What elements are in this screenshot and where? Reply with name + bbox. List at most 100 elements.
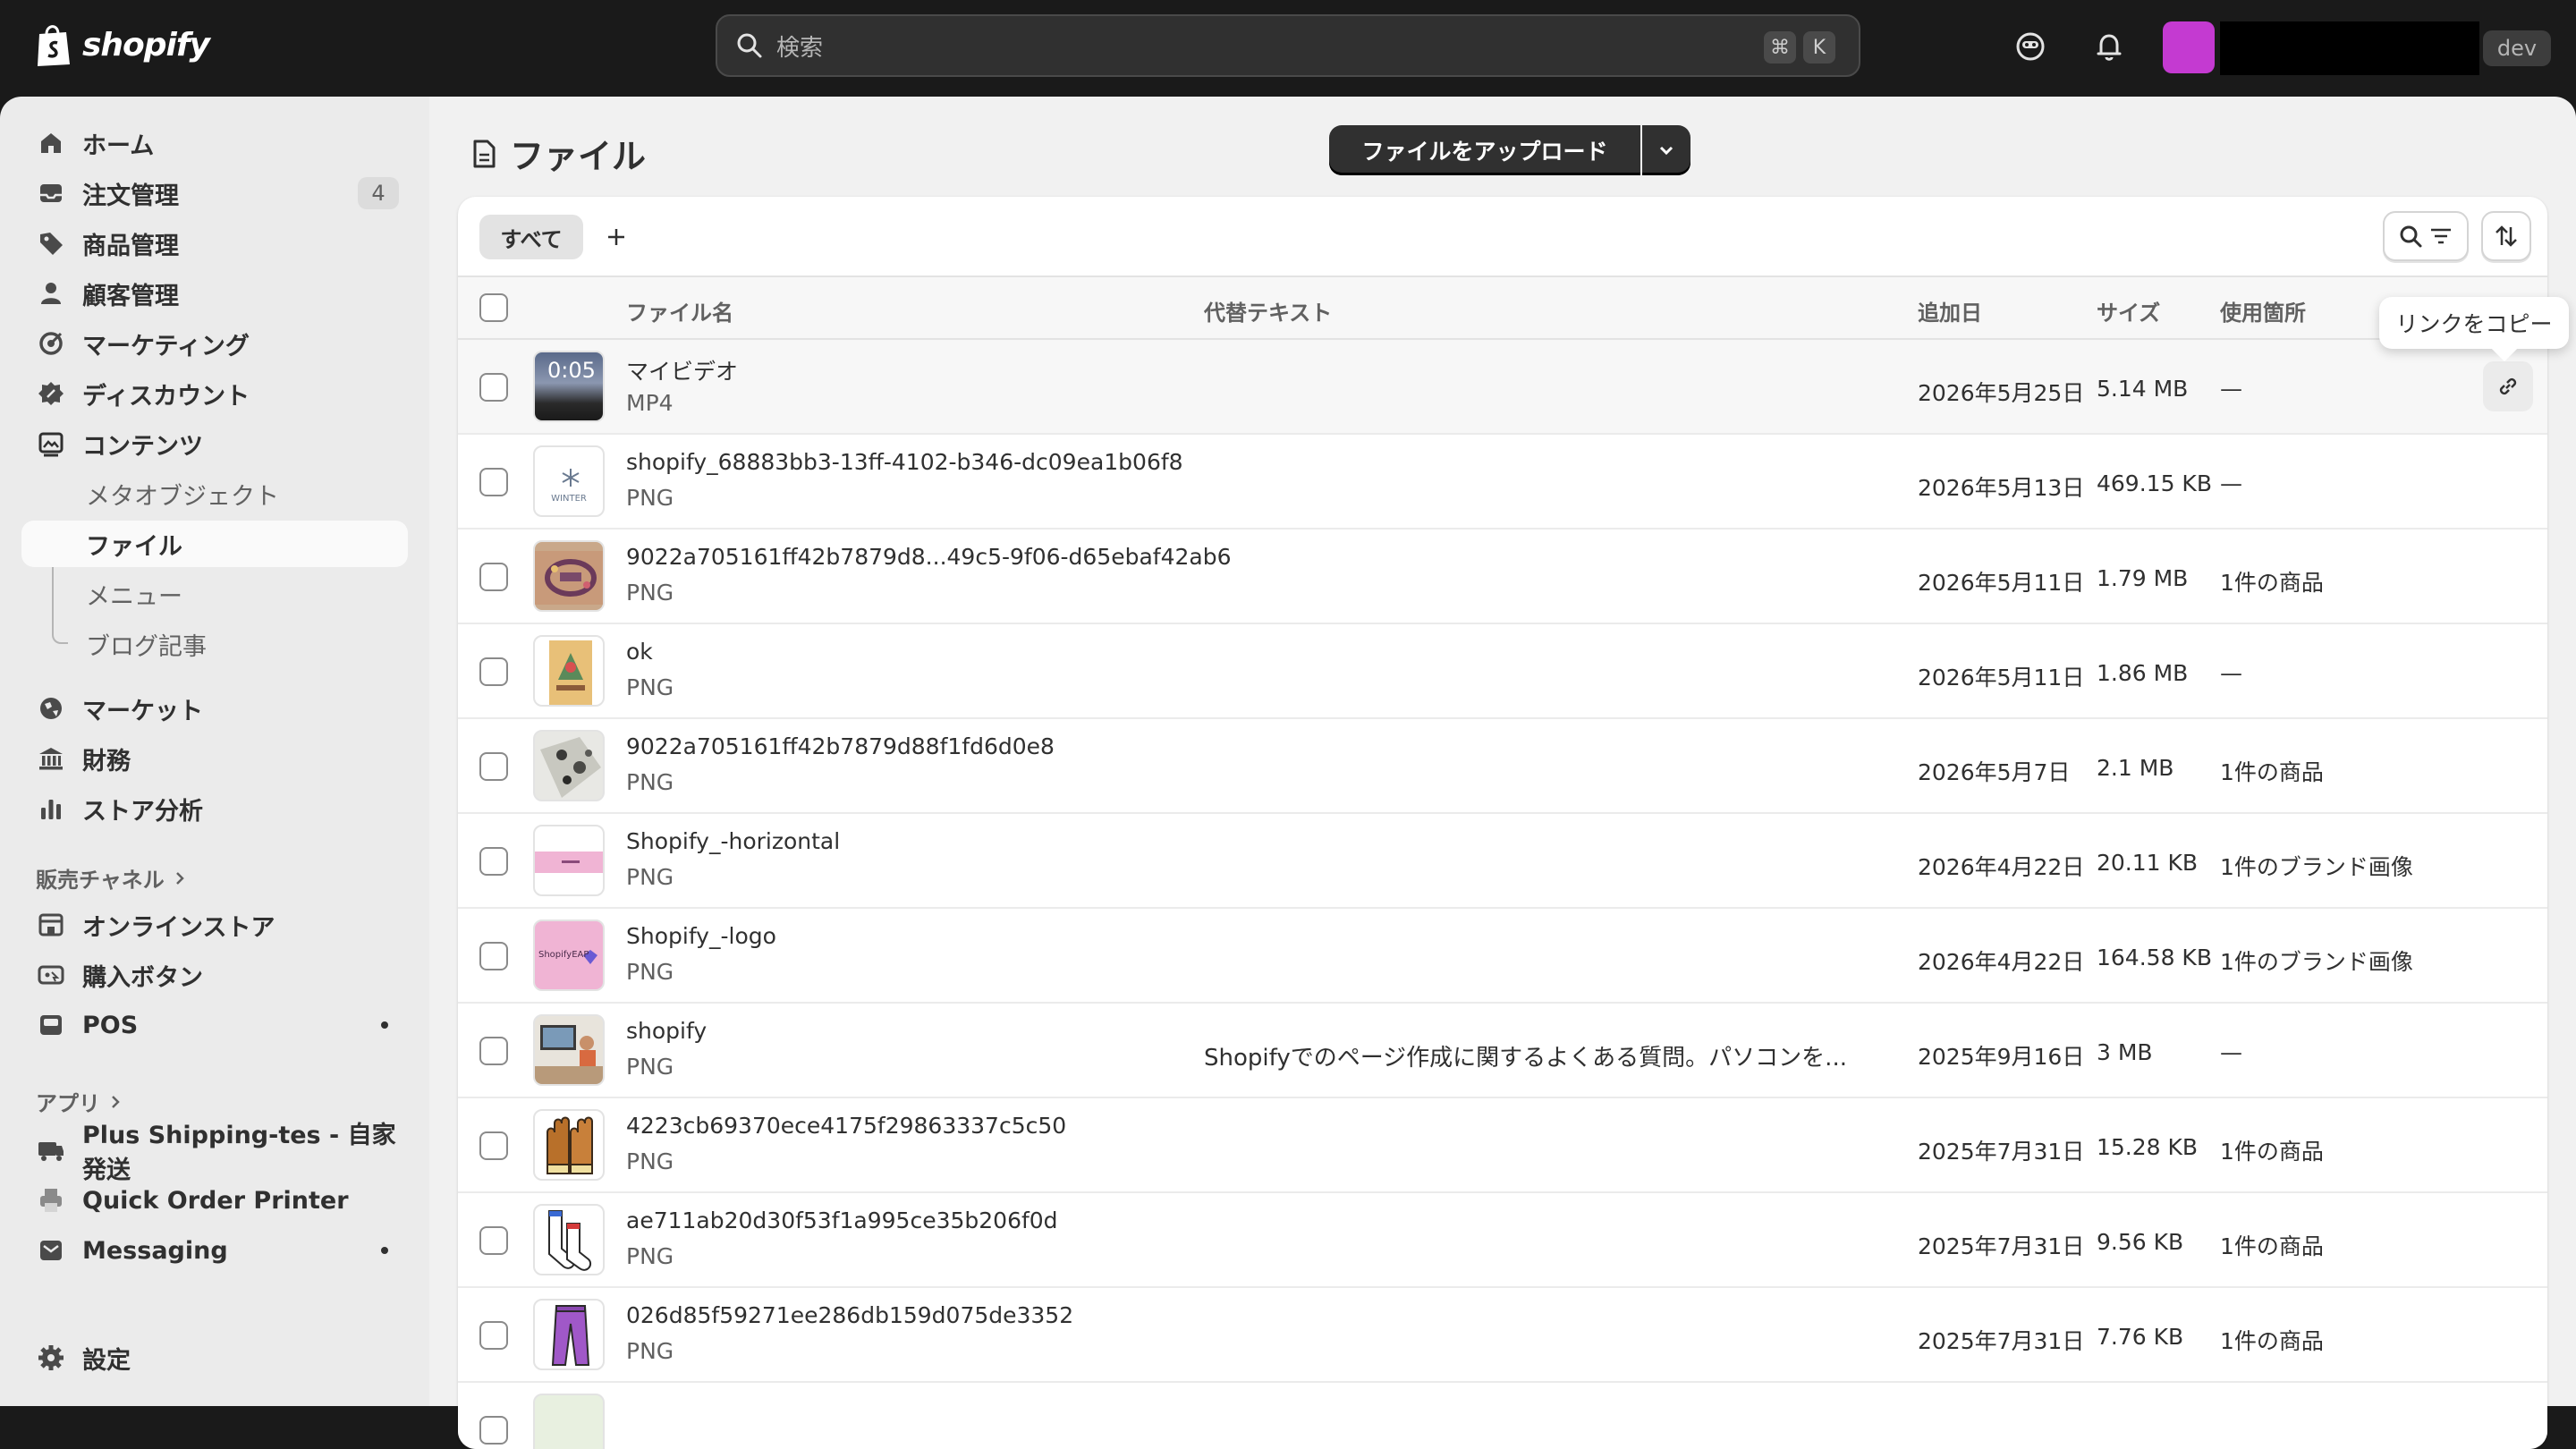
sidebar-item-plus-shipping[interactable]: Plus Shipping-tes - 自家発送 [21, 1122, 408, 1184]
row-checkbox[interactable] [479, 1321, 508, 1350]
search-icon [2400, 225, 2422, 248]
file-name: 4223cb69370ece4175f29863337c5c50 [626, 1113, 1067, 1139]
select-all-checkbox[interactable] [479, 293, 508, 322]
column-usage[interactable]: 使用箇所 [2220, 295, 2306, 326]
video-duration: 0:05 [547, 358, 596, 383]
sidebar-item-discounts[interactable]: ディスカウント [21, 370, 408, 417]
sidebar-item-online-store[interactable]: オンラインストア [21, 902, 408, 948]
file-name: shopify_68883bb3-13ff-4102-b346-dc09ea1b… [626, 449, 1183, 475]
file-thumbnail [533, 1014, 605, 1086]
table-row[interactable]: 4223cb69370ece4175f29863337c5c50 PNG 202… [458, 1098, 2547, 1193]
row-checkbox[interactable] [479, 752, 508, 781]
usage: 1件の商品 [2220, 570, 2324, 596]
orders-count-badge: 4 [358, 177, 399, 209]
bell-icon[interactable] [2091, 29, 2127, 64]
sidebar-item-orders[interactable]: 注文管理 4 [21, 170, 408, 216]
table-row[interactable]: Shopify_-horizontal PNG 2026年4月22日 20.11… [458, 814, 2547, 909]
copy-link-button[interactable] [2483, 361, 2533, 411]
table-row[interactable]: 9022a705161ff42b7879d8...49c5-9f06-d65eb… [458, 530, 2547, 624]
sidebar-item-content[interactable]: コンテンツ [21, 420, 408, 467]
table-row[interactable]: 0:05 マイビデオ MP4 2026年5月25日 5.14 MB — [458, 340, 2547, 435]
gear-icon [38, 1345, 64, 1370]
table-row[interactable]: shopify PNG Shopifyでのページ作成に関するよくある質問。パソコ… [458, 1004, 2547, 1098]
column-size[interactable]: サイズ [2097, 295, 2160, 326]
sidekick-icon[interactable] [2012, 29, 2048, 64]
chevron-down-icon [1659, 146, 1674, 156]
row-checkbox[interactable] [479, 1416, 508, 1445]
file-size: 164.58 KB [2097, 945, 2212, 970]
usage: 1件の商品 [2220, 759, 2324, 785]
row-checkbox[interactable] [479, 1037, 508, 1065]
file-size: 469.15 KB [2097, 470, 2212, 496]
table-row[interactable]: ae711ab20d30f53f1a995ce35b206f0d PNG 202… [458, 1193, 2547, 1288]
file-type: PNG [626, 1243, 674, 1269]
sidebar-item-settings[interactable]: 設定 [21, 1335, 408, 1381]
upload-files-button[interactable]: ファイルをアップロード [1329, 125, 1640, 175]
file-size: 3 MB [2097, 1039, 2153, 1065]
row-checkbox[interactable] [479, 373, 508, 402]
date-added: 2025年7月31日 [1918, 1233, 2085, 1259]
date-added: 2026年5月13日 [1918, 475, 2085, 501]
sidebar-item-buy-button[interactable]: 購入ボタン [21, 952, 408, 998]
pants-image [551, 1305, 590, 1366]
row-checkbox[interactable] [479, 657, 508, 686]
shortcut-k-key: K [1803, 31, 1835, 64]
sidebar-item-files[interactable]: ファイル [21, 521, 408, 567]
file-name: shopify [626, 1018, 708, 1044]
sidebar-item-markets[interactable]: マーケット [21, 685, 408, 732]
search-filter-button[interactable] [2383, 211, 2469, 261]
column-date-added[interactable]: 追加日 [1918, 295, 1982, 326]
sidebar: ホーム 注文管理 4 商品管理 顧客管理 マーケティング ディスカウント コンテ… [0, 97, 429, 1406]
column-alt-text[interactable]: 代替テキスト [1204, 295, 1332, 326]
row-checkbox[interactable] [479, 563, 508, 591]
sort-button[interactable] [2481, 211, 2531, 261]
row-checkbox[interactable] [479, 847, 508, 876]
search-bar[interactable]: 検索 ⌘ K [716, 14, 1860, 77]
pos-status-dot [381, 1021, 388, 1029]
sidebar-item-metaobjects[interactable]: メタオブジェクト [21, 470, 408, 517]
shopify-logo[interactable]: shopify [34, 21, 210, 68]
sidebar-item-analytics[interactable]: ストア分析 [21, 785, 408, 832]
store-name-redacted[interactable] [2220, 21, 2479, 75]
row-checkbox[interactable] [479, 468, 508, 496]
sidebar-item-home[interactable]: ホーム [21, 120, 408, 166]
table-row[interactable]: ShopifyEAP Shopify_-logo PNG 2026年4月22日 … [458, 909, 2547, 1004]
column-filename[interactable]: ファイル名 [626, 295, 733, 326]
sidebar-item-products[interactable]: 商品管理 [21, 220, 408, 267]
row-checkbox[interactable] [479, 1131, 508, 1160]
file-icon [473, 140, 496, 167]
store-avatar[interactable] [2163, 21, 2215, 73]
apps-heading[interactable]: アプリ [36, 1086, 122, 1117]
upload-options-button[interactable] [1642, 125, 1690, 175]
table-row[interactable] [458, 1383, 2547, 1449]
table-row[interactable]: ok PNG 2026年5月11日 1.86 MB — [458, 624, 2547, 719]
row-checkbox[interactable] [479, 942, 508, 970]
usage: 1件の商品 [2220, 1139, 2324, 1165]
file-name: Shopify_-logo [626, 923, 776, 949]
file-type: PNG [626, 959, 674, 985]
sidebar-item-customers[interactable]: 顧客管理 [21, 270, 408, 317]
sidebar-item-quick-order-printer[interactable]: Quick Order Printer [21, 1177, 408, 1224]
table-row[interactable]: 9022a705161ff42b7879d88f1fd6d0e8 PNG 202… [458, 719, 2547, 814]
sidebar-item-messaging[interactable]: Messaging [21, 1227, 408, 1274]
sidebar-item-menus[interactable]: メニュー [21, 571, 408, 617]
file-size: 2.1 MB [2097, 755, 2174, 781]
file-thumbnail [533, 730, 605, 801]
sidebar-item-blog-posts[interactable]: ブログ記事 [21, 621, 408, 667]
date-added: 2026年4月22日 [1918, 854, 2085, 880]
sidebar-item-marketing[interactable]: マーケティング [21, 320, 408, 367]
add-view-button[interactable] [597, 218, 635, 256]
usage: — [2220, 470, 2242, 496]
sidebar-item-finance[interactable]: 財務 [21, 735, 408, 782]
date-added: 2026年4月22日 [1918, 949, 2085, 975]
tab-all[interactable]: すべて [479, 215, 583, 259]
table-row[interactable]: 026d85f59271ee286db159d075de3352 PNG 202… [458, 1288, 2547, 1383]
row-checkbox[interactable] [479, 1226, 508, 1255]
sidebar-item-pos[interactable]: POS [21, 1002, 408, 1048]
sales-channels-heading[interactable]: 販売チャネル [36, 862, 186, 894]
table-row[interactable]: WINTER shopify_68883bb3-13ff-4102-b346-d… [458, 435, 2547, 530]
main-content: ファイル ファイルをアップロード すべて ファイル名 代替テキスト 追加日 サイ… [429, 97, 2576, 1449]
file-size: 7.76 KB [2097, 1324, 2184, 1350]
brand-name: shopify [82, 26, 210, 64]
poster-image [549, 640, 592, 705]
